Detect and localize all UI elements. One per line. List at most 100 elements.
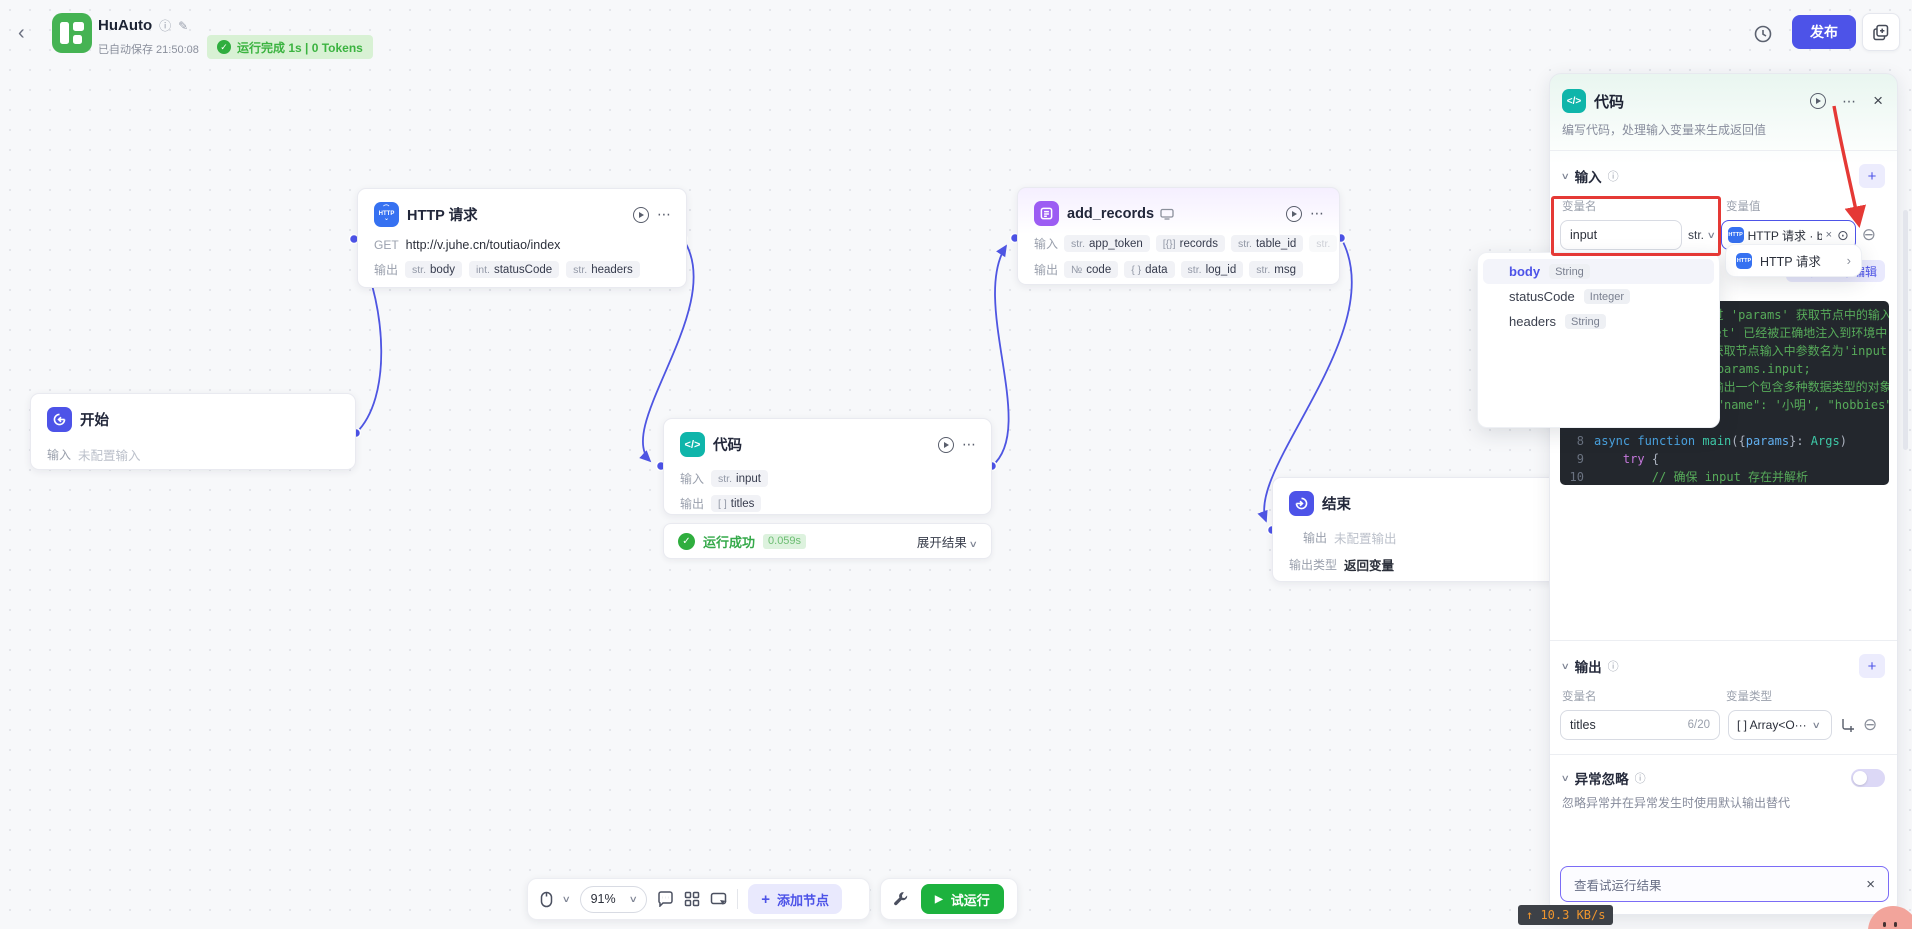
exception-section-title: 异常忽略 [1574, 772, 1629, 787]
request-url: http://v.juhe.cn/toutiao/index [405, 238, 561, 252]
run-status-badge[interactable]: ✓ 运行完成 1s | 0 Tokens [207, 35, 373, 59]
input-empty-value: 未配置输入 [78, 449, 141, 463]
output-tag: str. msg [1249, 261, 1304, 278]
cursor-mode-icon[interactable] [540, 891, 553, 908]
column-var-name: 变量名 [1562, 201, 1597, 213]
run-result-bar[interactable]: ✓ 运行成功 0.059s 展开结果 ∨ [663, 523, 992, 559]
http-node-icon: ⌒ HTTP ⌄ [374, 202, 399, 227]
input-label: 输入 [47, 448, 72, 462]
exception-ignore-toggle[interactable] [1851, 769, 1885, 787]
chevron-right-icon: › [1846, 253, 1851, 268]
panel-menu-icon[interactable]: ⋯ [1842, 93, 1857, 110]
locate-node-icon[interactable]: ⊙ [1837, 227, 1849, 244]
comment-icon[interactable] [657, 891, 674, 907]
check-icon: ✓ [217, 40, 231, 54]
input-tag: str. app_token [1064, 235, 1150, 252]
input-tag: str. [1309, 235, 1338, 252]
input-var-name-field[interactable] [1560, 220, 1682, 250]
add-child-field-icon[interactable] [1840, 718, 1855, 732]
reference-node-menu[interactable]: HTTP HTTP 请求 › [1725, 244, 1862, 277]
success-icon: ✓ [678, 532, 695, 550]
collapse-icon[interactable]: ∨ [1561, 171, 1570, 182]
network-speed-badge: ↑ 10.3 KB/s [1518, 905, 1614, 925]
node-menu-icon[interactable]: ⋯ [1310, 205, 1325, 222]
line-number: 8 [1576, 434, 1584, 448]
remove-output-icon[interactable]: ⊖ [1863, 715, 1877, 735]
exception-description: 忽略异常并在异常发生时使用默认输出替代 [1562, 796, 1791, 810]
info-icon[interactable]: ⓘ [159, 17, 171, 34]
run-node-icon[interactable] [1810, 93, 1827, 109]
method-label: GET [374, 238, 399, 252]
input-section-title: 输入 [1574, 170, 1602, 185]
add-input-button[interactable]: + [1859, 164, 1885, 188]
close-icon[interactable]: × [1866, 876, 1875, 893]
add-output-button[interactable]: + [1859, 654, 1885, 678]
menu-item-body[interactable]: body String [1483, 259, 1714, 284]
code-node-icon: </> [680, 432, 705, 457]
output-tag: str. log_id [1180, 261, 1244, 278]
output-label: 输出 [374, 263, 399, 277]
info-icon: ⓘ [1607, 661, 1619, 673]
column-var-name: 变量名 [1562, 691, 1597, 703]
add-node-button[interactable]: + 添加节点 [748, 884, 842, 914]
run-node-icon[interactable] [633, 206, 649, 223]
autosave-status: 已自动保存 21:50:08 [98, 44, 199, 56]
collapse-icon[interactable]: ∨ [1561, 773, 1570, 784]
node-start[interactable]: 开始 输入 未配置输入 [30, 393, 356, 470]
run-toolbar: ▶ 试运行 [880, 878, 1018, 920]
output-var-type-select[interactable]: [ ] Array<O··· ∨ [1728, 710, 1832, 740]
multi-window-icon[interactable] [1862, 13, 1900, 51]
run-status-text: 运行完成 1s | 0 Tokens [237, 40, 363, 55]
output-tag: int. statusCode [468, 261, 560, 278]
code-node-icon: </> [1562, 89, 1586, 113]
node-title: 结束 [1322, 497, 1351, 513]
output-type-label: 输出类型 [1289, 558, 1338, 572]
node-menu-icon[interactable]: ⋯ [962, 436, 977, 453]
node-add-records[interactable]: add_records ⋯ 输入 str. app_token [{}] recor… [1017, 187, 1340, 285]
reference-variable-menu: body String statusCode Integer headers S… [1477, 252, 1720, 428]
run-node-icon[interactable] [938, 436, 954, 453]
wrench-icon[interactable] [893, 891, 909, 907]
fit-view-icon[interactable] [710, 892, 728, 907]
workflow-title: HuAuto [98, 17, 153, 34]
output-var-name-field[interactable]: titles 6/20 [1560, 710, 1720, 740]
var-type-select[interactable]: str. ∨ [1688, 228, 1716, 242]
zoom-level-select[interactable]: 91% ∨ [579, 885, 648, 913]
edit-title-icon[interactable]: ✎ [178, 19, 188, 33]
app-logo [52, 13, 92, 53]
add-records-node-icon [1034, 201, 1059, 226]
node-http[interactable]: ⌒ HTTP ⌄ HTTP 请求 ⋯ GET http://v.juhe.cn/to… [357, 188, 687, 288]
node-menu-icon[interactable]: ⋯ [657, 206, 672, 223]
view-run-result-bar[interactable]: 查看试运行结果 × [1560, 866, 1889, 902]
test-run-button[interactable]: ▶ 试运行 [921, 884, 1004, 914]
collapse-icon[interactable]: ∨ [1561, 661, 1570, 672]
output-label: 输出 [1034, 263, 1059, 277]
menu-node-label: HTTP 请求 [1760, 255, 1821, 269]
panel-description: 编写代码，处理输入变量来生成返回值 [1562, 123, 1767, 137]
menu-item-headers[interactable]: headers String [1483, 309, 1714, 334]
clear-reference-icon[interactable]: × [1826, 229, 1832, 241]
back-button[interactable]: ‹ [18, 22, 25, 45]
node-end[interactable]: 结束 输出 未配置输出 输出类型 返回变量 [1272, 477, 1572, 582]
output-tag: str. body [405, 261, 462, 278]
remove-input-icon[interactable]: ⊖ [1862, 225, 1876, 245]
chevron-down-icon[interactable]: ∨ [562, 894, 571, 905]
run-node-icon[interactable] [1286, 205, 1302, 222]
node-code[interactable]: </> 代码 ⋯ 输入 str. input 输出 [ ] titles [663, 418, 992, 515]
http-node-icon: HTTP [1727, 227, 1744, 243]
zoom-level-value: 91% [590, 892, 616, 906]
history-icon[interactable] [1752, 23, 1774, 45]
plugin-icon [1160, 208, 1174, 220]
panel-scrollbar[interactable] [1903, 210, 1908, 450]
node-title: HTTP 请求 [407, 208, 478, 224]
close-panel-icon[interactable]: × [1873, 91, 1883, 111]
auto-layout-icon[interactable] [684, 891, 700, 907]
expand-result-button[interactable]: 展开结果 ∨ [917, 532, 978, 551]
play-icon: ▶ [935, 893, 943, 905]
code-line: 8 async function main({params}: Args) [1560, 432, 1889, 450]
publish-button[interactable]: 发布 [1792, 15, 1856, 49]
menu-item-statuscode[interactable]: statusCode Integer [1483, 284, 1714, 309]
back-icon: ‹ [18, 22, 25, 44]
node-title: add_records [1067, 205, 1155, 222]
column-var-value: 变量值 [1726, 201, 1761, 213]
